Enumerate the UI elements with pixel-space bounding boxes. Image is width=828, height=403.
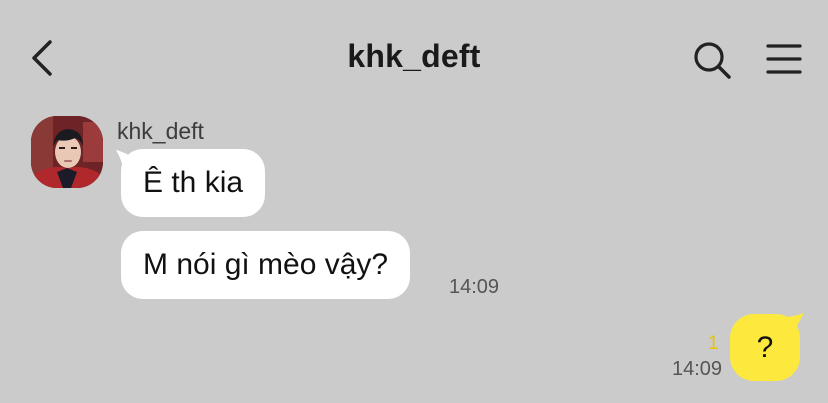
chat-header: khk_deft — [0, 0, 828, 116]
avatar[interactable] — [31, 116, 103, 188]
incoming-message-bubble[interactable]: Ê th kia — [121, 149, 266, 217]
unread-count: 1 — [708, 333, 719, 354]
message-timestamp: 14:09 — [672, 358, 723, 380]
incoming-message-bubble[interactable]: M nói gì mèo vậy? — [121, 231, 411, 299]
menu-button[interactable] — [762, 38, 806, 82]
search-icon — [694, 42, 731, 79]
search-button[interactable] — [690, 38, 734, 82]
hamburger-menu-icon — [766, 44, 802, 74]
message-timestamp: 14:09 — [449, 276, 500, 298]
profile-photo — [31, 116, 103, 188]
sender-name: khk_deft — [117, 118, 204, 144]
outgoing-message-bubble[interactable]: ? — [730, 314, 800, 381]
